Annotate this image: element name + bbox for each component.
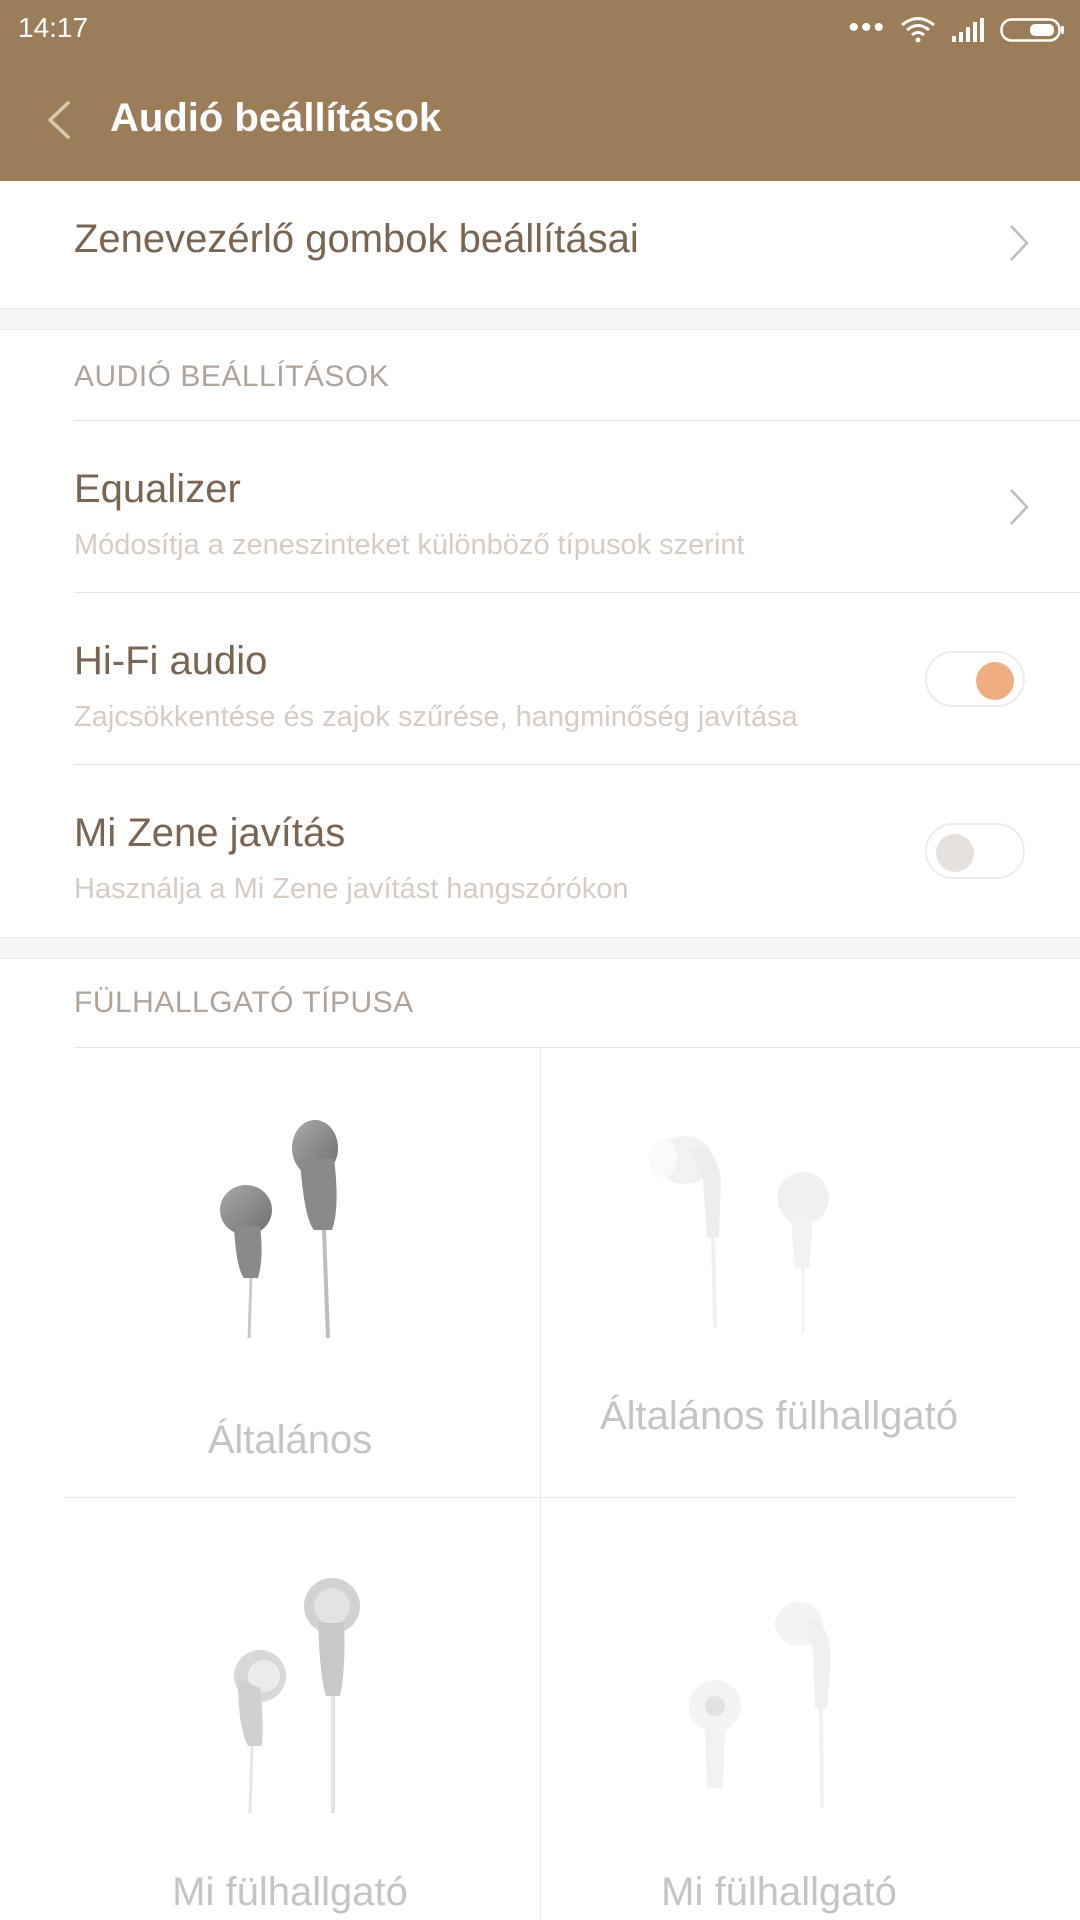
mi-music-enhancement-subtitle: Használja a Mi Zene javítást hangszóróko… [74,873,629,905]
headphone-type-mi-in-ear[interactable]: Mi fülhallgató [541,1498,1017,1920]
audio-section-header: AUDIÓ BEÁLLÍTÁSOK [74,360,390,393]
app-header: 14:17 ••• Audió beállítások [0,0,1080,181]
mi-music-enhancement-title: Mi Zene javítás [74,811,346,855]
toggle-knob [976,662,1014,700]
headphone-section-header: FÜLHALLGATÓ TÍPUSA [74,986,414,1019]
mi-music-enhancement-toggle[interactable] [925,823,1025,879]
hifi-audio-toggle[interactable] [925,651,1025,707]
mi-in-ear-headphones-icon [689,1602,831,1809]
hifi-audio-title: Hi-Fi audio [74,639,268,683]
headphone-type-mi[interactable]: Mi fülhallgató [52,1498,528,1920]
mi-music-enhancement-item: Mi Zene javítás Használja a Mi Zene javí… [0,765,1080,937]
in-ear-headphones-icon [649,1136,829,1333]
battery-icon [1000,18,1064,42]
status-icons: ••• [848,10,1066,50]
headphone-type-label: Mi fülhallgató [661,1870,897,1914]
page-title: Audió beállítások [110,96,442,140]
toggle-knob [936,834,974,872]
wifi-icon [901,17,935,43]
music-controls-label: Zenevezérlő gombok beállításai [74,217,639,261]
headphone-type-general[interactable]: Általános [52,1048,528,1497]
status-time: 14:17 [18,12,89,43]
chevron-right-icon [1010,225,1029,261]
chevron-right-icon [1010,489,1029,525]
mi-earbuds-icon [234,1578,360,1814]
more-notifications-icon: ••• [848,11,886,44]
headphone-type-label: Általános [207,1418,373,1462]
section-spacer [0,937,1080,959]
section-spacer [0,308,1080,330]
hifi-audio-subtitle: Zajcsökkentése és zajok szűrése, hangmin… [74,701,798,733]
headphone-type-general-in-ear[interactable]: Általános fülhallgató [541,1048,1017,1497]
earbuds-icon [220,1120,338,1339]
equalizer-title: Equalizer [74,467,241,511]
hifi-audio-item: Hi-Fi audio Zajcsökkentése és zajok szűr… [0,593,1080,765]
headphone-type-label: Mi fülhallgató [172,1870,408,1914]
back-button[interactable] [40,95,80,145]
signal-icon [952,18,984,42]
equalizer-item[interactable]: Equalizer Módosítja a zeneszinteket külö… [0,421,1080,593]
headphone-type-label: Általános fülhallgató [599,1394,959,1438]
equalizer-subtitle: Módosítja a zeneszinteket különböző típu… [74,529,745,561]
music-controls-settings-link[interactable]: Zenevezérlő gombok beállításai [0,181,1080,308]
